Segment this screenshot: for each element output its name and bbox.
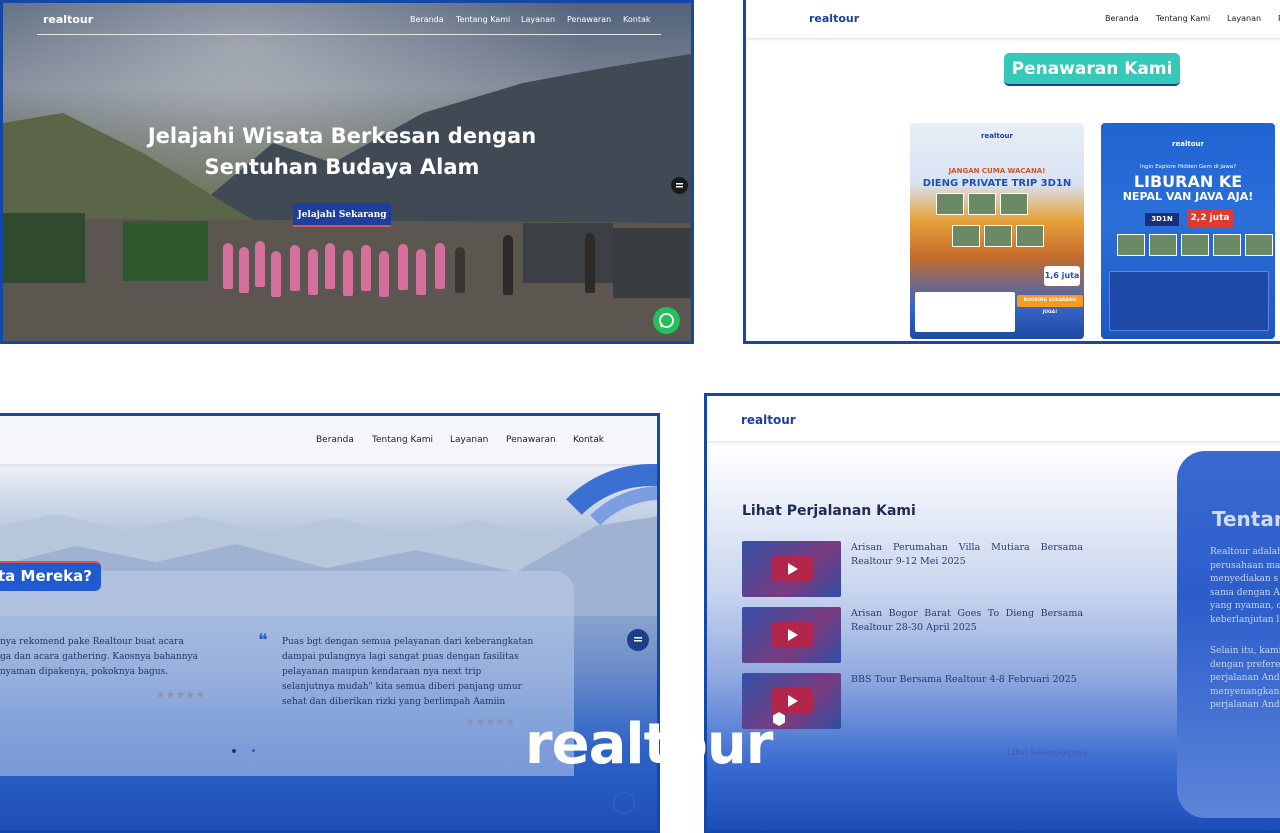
about-line: sama dengan A	[1210, 587, 1280, 598]
testimonial-1-line: nyaman dipakenya, pokoknya bagus.	[0, 667, 169, 677]
testimonial-2-line: pelayanan maupun kendaraan nya next trip	[282, 667, 482, 677]
nav-beranda[interactable]: Beranda	[410, 15, 444, 24]
section-heading-penawaran: Penawaran Kami	[1004, 53, 1180, 86]
about-text-1: Realtour adalah perusahaan ma menyediaka…	[1210, 546, 1280, 627]
video-title-2[interactable]: Arisan Bogor Barat Goes To Dieng Bersama…	[851, 607, 1083, 635]
see-more-link[interactable]: Lihat Selengkapnya	[1007, 748, 1088, 757]
logo[interactable]: realtour	[43, 13, 93, 26]
video-thumbnail-2[interactable]	[742, 607, 841, 663]
play-icon[interactable]	[771, 688, 813, 714]
about-line: Realtour adalah	[1210, 547, 1280, 557]
poster-logo: realtour	[1172, 140, 1204, 148]
poster-tagline: Ingin Explore Hidden Gem di Jawa?	[1139, 164, 1237, 170]
menu-bubble-icon[interactable]	[671, 177, 688, 194]
brand-hexagon-icon	[773, 712, 785, 726]
carousel-dot[interactable]	[252, 749, 255, 752]
about-line: yang nyaman, d	[1210, 601, 1280, 611]
nav-tentang-kami[interactable]: Tentang Kami	[372, 435, 433, 445]
nav-penawaran[interactable]: Penawaran	[506, 435, 556, 445]
poster-info-box	[1109, 271, 1269, 331]
carousel-dot-active[interactable]	[232, 749, 236, 753]
about-line: perjalanan And	[1210, 700, 1280, 710]
testimonial-1-line: ga dan acara gathering. Kaosnya bahannya	[0, 652, 198, 662]
logo[interactable]: realtour	[809, 12, 859, 25]
poster-duration: 3D1N	[1145, 213, 1179, 226]
nav-beranda[interactable]: Beranda	[316, 435, 354, 445]
poster-booking-button: BOOKING SEKARANG JUGA!	[1017, 295, 1083, 315]
play-icon[interactable]	[771, 622, 813, 648]
poster-price: 1,6 juta	[1044, 266, 1080, 286]
poster-photo-grid-2	[952, 225, 1044, 247]
nav-layanan[interactable]: Layanan	[521, 15, 555, 24]
poster-logo: realtour	[981, 132, 1013, 140]
offers-panel: realtour Beranda Tentang Kami Layanan P …	[743, 0, 1280, 344]
video-thumbnail-1[interactable]	[742, 541, 841, 597]
nav-kontak[interactable]: Kontak	[573, 435, 604, 445]
offer-poster-dieng[interactable]: realtour JANGAN CUMA WACANA! DIENG PRIVA…	[910, 123, 1084, 339]
about-line: menyediakan s	[1210, 574, 1279, 584]
testimonial-1-line: nya rekomend pake Realtour buat acara	[0, 637, 184, 647]
hero-title-line1: Jelajahi Wisata Berkesan dengan	[147, 124, 537, 148]
poster-title-line2: NEPAL VAN JAVA AJA!	[1122, 190, 1254, 203]
testimonial-2-line: sehat dan diberikan rizki yang berlimpah…	[282, 697, 506, 707]
whatsapp-icon[interactable]	[653, 307, 680, 334]
section-heading-testimonials: ta Mereka?	[0, 561, 101, 591]
poster-photo-grid	[936, 193, 1028, 215]
hero-panel: realtour Beranda Tentang Kami Layanan Pe…	[0, 0, 694, 344]
about-heading: Tentan	[1212, 507, 1280, 531]
brand-wordmark: realtour	[525, 712, 773, 777]
testimonial-2-line: Puas bgt dengan semua pelayanan dari keb…	[282, 637, 534, 647]
play-icon[interactable]	[771, 556, 813, 582]
nav-penawaran[interactable]: Penawaran	[567, 15, 611, 24]
hero-title-line2: Sentuhan Budaya Alam	[204, 155, 480, 179]
nav-beranda[interactable]: Beranda	[1105, 14, 1139, 23]
about-line: menyenangkan	[1210, 686, 1280, 697]
nav-kontak[interactable]: Kontak	[623, 15, 650, 24]
video-title-1[interactable]: Arisan Perumahan Villa Mutiara Bersama R…	[851, 541, 1083, 569]
testimonial-2-line: selanjutnya mudah" kita semua diberi pan…	[282, 682, 522, 692]
testimonial-text-1: nya rekomend pake Realtour buat acara ga…	[0, 635, 230, 680]
poster-package-box	[915, 292, 1015, 332]
nav-layanan[interactable]: Layanan	[450, 435, 488, 445]
testimonial-2-line: dampai pulangnya lagi sangat puas dengan…	[282, 652, 519, 662]
nav-layanan[interactable]: Layanan	[1227, 14, 1261, 23]
about-line: perjalanan And	[1210, 673, 1280, 683]
poster-tagline: JANGAN CUMA WACANA!	[948, 167, 1046, 175]
rating-stars-2: ★★★★★	[466, 717, 516, 728]
section-heading-trips: Lihat Perjalanan Kami	[742, 503, 916, 519]
explore-now-button[interactable]: Jelajahi Sekarang	[293, 203, 391, 227]
menu-bubble-icon[interactable]	[627, 629, 649, 651]
hero-title: Jelajahi Wisata Berkesan dengan Sentuhan…	[103, 121, 581, 183]
about-line: perusahaan ma	[1210, 560, 1280, 571]
quote-icon: ❝	[258, 630, 268, 651]
about-line: keberlanjutan l	[1210, 614, 1280, 625]
trips-panel: realtour Lihat Perjalanan Kami Arisan Pe…	[704, 393, 1280, 833]
nav-underline	[37, 34, 661, 35]
logo[interactable]: realtour	[741, 413, 796, 427]
video-title-3[interactable]: BBS Tour Bersama Realtour 4-8 Februari 2…	[851, 673, 1083, 687]
poster-price: 2,2 juta	[1187, 209, 1233, 227]
offer-poster-nepal-van-java[interactable]: realtour Ingin Explore Hidden Gem di Jaw…	[1101, 123, 1275, 339]
poster-title-line1: LIBURAN KE	[1133, 172, 1243, 191]
poster-title: DIENG PRIVATE TRIP 3D1N	[922, 178, 1072, 189]
about-card: Tentan Realtour adalah perusahaan ma men…	[1177, 451, 1280, 818]
poster-photo-grid	[1117, 234, 1273, 256]
testimonial-text-2: Puas bgt dengan semua pelayanan dari keb…	[282, 635, 562, 710]
nav-tentang-kami[interactable]: Tentang Kami	[456, 15, 510, 24]
about-line: dengan prefere	[1210, 659, 1280, 670]
rating-stars-1: ★★★★★	[156, 690, 206, 701]
nav-tentang-kami[interactable]: Tentang Kami	[1156, 14, 1210, 23]
about-text-2: Selain itu, kami dengan prefere perjalan…	[1210, 645, 1280, 713]
whatsapp-icon[interactable]	[613, 792, 635, 814]
about-line: Selain itu, kami	[1210, 646, 1280, 656]
